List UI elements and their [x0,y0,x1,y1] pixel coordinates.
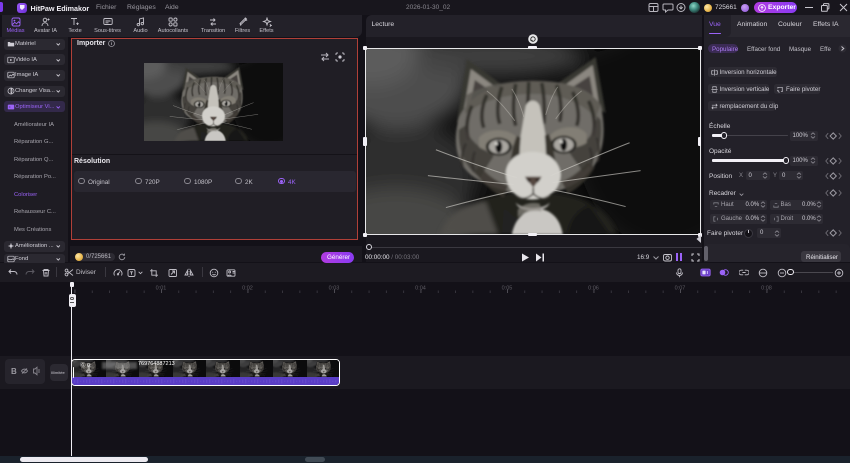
svg-text:B: B [11,367,17,376]
